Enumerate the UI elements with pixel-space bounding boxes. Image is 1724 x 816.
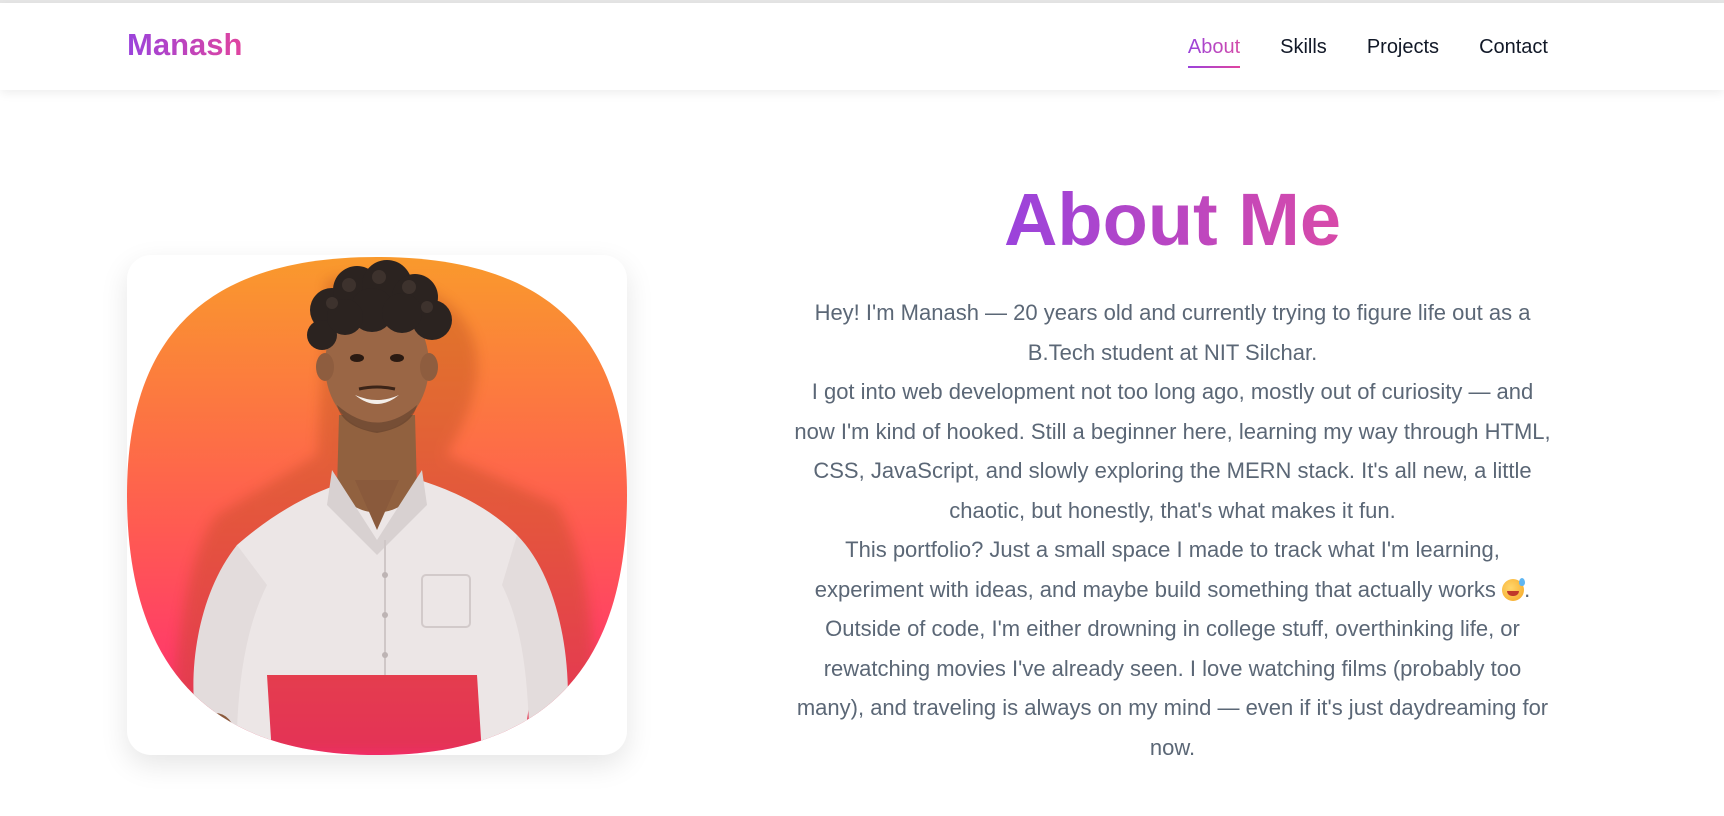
main-nav: About Skills Projects Contact (1187, 34, 1548, 68)
grinning-sweat-emoji-icon (1502, 577, 1526, 601)
nav-skills[interactable]: Skills (1280, 34, 1327, 60)
about-title-text: About Me (1003, 178, 1342, 261)
about-description: Hey! I'm Manash — 20 years old and curre… (790, 293, 1555, 767)
profile-photo (127, 257, 627, 755)
nav-contact[interactable]: Contact (1479, 34, 1548, 60)
profile-photo-card (127, 255, 627, 755)
about-paragraph-webdev: I got into web development not too long … (794, 379, 1551, 523)
brand-logo[interactable]: Manash (127, 27, 242, 63)
about-title: About Me (780, 178, 1565, 262)
about-paragraph-intro: Hey! I'm Manash — 20 years old and curre… (814, 300, 1531, 365)
nav-projects[interactable]: Projects (1367, 34, 1439, 60)
nav-about[interactable]: About (1187, 34, 1241, 68)
site-header: Manash About Skills Projects Contact (0, 3, 1724, 90)
about-paragraph-portfolio-text: This portfolio? Just a small space I mad… (814, 537, 1500, 602)
about-paragraph-portfolio-suffix: . (1524, 576, 1531, 602)
about-paragraph-hobbies: Outside of code, I'm either drowning in … (796, 616, 1549, 760)
about-paragraph-portfolio: This portfolio? Just a small space I mad… (790, 530, 1555, 609)
